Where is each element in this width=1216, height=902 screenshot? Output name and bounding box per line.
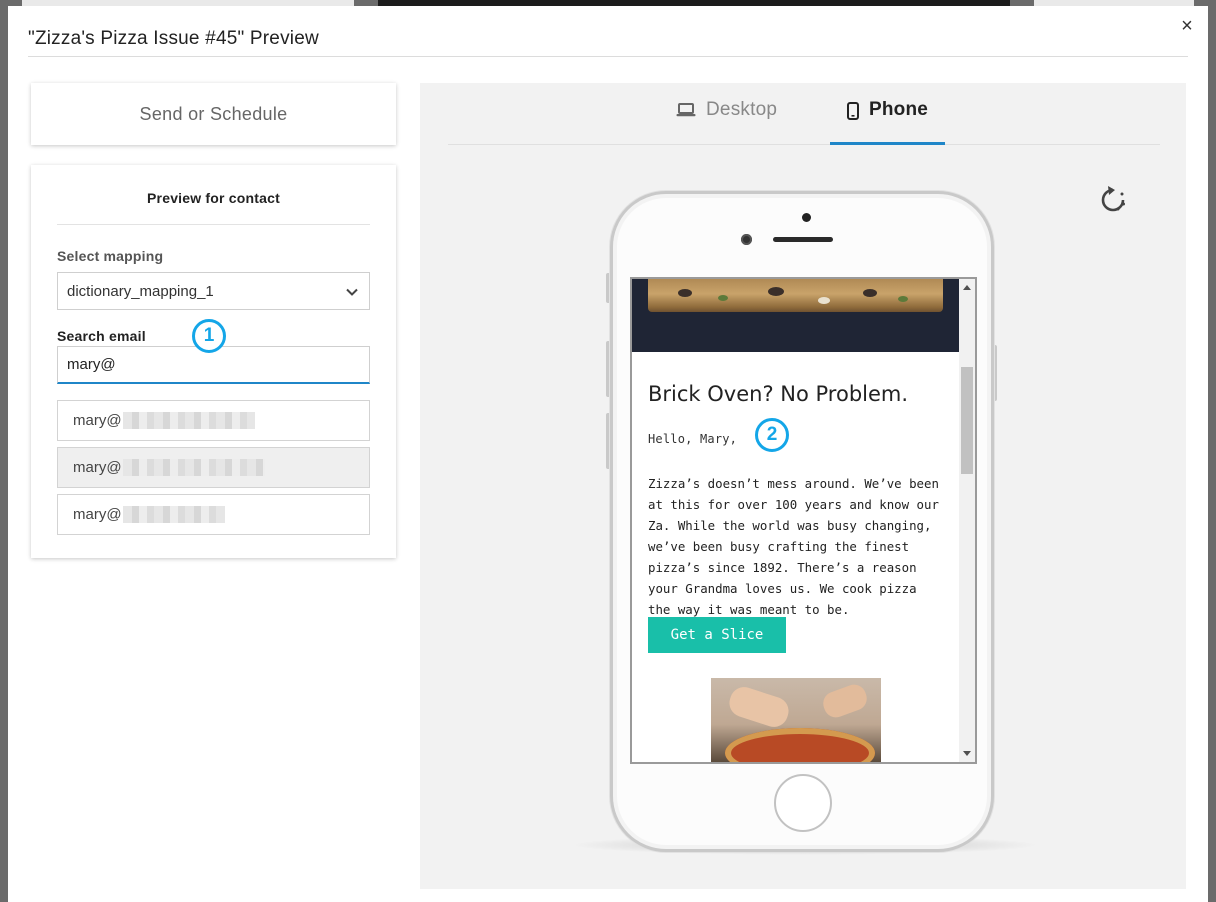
mapping-select-value: dictionary_mapping_1: [67, 282, 214, 300]
pizza-photo: [711, 678, 881, 762]
send-or-schedule-button[interactable]: Send or Schedule: [31, 83, 396, 145]
hero-pizza-image: [648, 279, 943, 312]
preview-for-contact-card: Preview for contact Select mapping dicti…: [31, 165, 396, 558]
rotate-icon[interactable]: [1098, 185, 1128, 215]
close-icon[interactable]: ×: [1176, 14, 1198, 38]
email-result-prefix: mary@: [73, 412, 122, 429]
tab-phone-label: Phone: [868, 99, 929, 120]
email-result-item[interactable]: mary@: [57, 400, 370, 441]
screen-scrollbar[interactable]: [959, 279, 975, 762]
redacted-email: [122, 506, 225, 523]
modal-title: "Zizza's Pizza Issue #45" Preview: [28, 28, 319, 49]
search-email-label: Search email: [57, 328, 146, 344]
email-result-prefix: mary@: [73, 459, 122, 476]
preview-card-title: Preview for contact: [147, 190, 280, 206]
redacted-email: [122, 412, 255, 429]
email-result-item[interactable]: mary@: [57, 447, 370, 488]
front-camera-icon: [741, 234, 752, 245]
tab-phone[interactable]: Phone: [830, 99, 945, 145]
scroll-down-icon[interactable]: [963, 751, 971, 756]
email-result-prefix: mary@: [73, 506, 122, 523]
email-preview: Brick Oven? No Problem. Hello, Mary, Ziz…: [632, 279, 959, 762]
title-divider: [28, 56, 1188, 57]
mapping-select[interactable]: dictionary_mapping_1: [57, 272, 370, 310]
tab-desktop-label: Desktop: [706, 99, 778, 120]
step-badge-1: 1: [192, 319, 226, 353]
tab-desktop[interactable]: Desktop: [676, 99, 777, 145]
send-card: Send or Schedule: [31, 83, 396, 145]
select-mapping-label: Select mapping: [57, 248, 164, 264]
proximity-sensor: [802, 213, 811, 222]
preview-panel: Desktop Phone Brick Oven? No Problem. He…: [420, 83, 1186, 889]
scroll-up-icon[interactable]: [963, 285, 971, 290]
scrollbar-thumb[interactable]: [961, 367, 973, 474]
redacted-email: [122, 459, 265, 476]
email-hero: [632, 279, 959, 352]
phone-mockup: Brick Oven? No Problem. Hello, Mary, Ziz…: [610, 191, 994, 852]
email-result-item[interactable]: mary@: [57, 494, 370, 535]
phone-icon: [846, 102, 859, 120]
home-button[interactable]: [774, 774, 832, 832]
step-badge-2: 2: [755, 418, 789, 452]
preview-card-divider: [57, 224, 370, 225]
device-tabs: Desktop Phone: [448, 83, 1160, 145]
speaker-grille: [773, 237, 833, 242]
preview-modal: "Zizza's Pizza Issue #45" Preview × Send…: [8, 6, 1208, 902]
phone-screen: Brick Oven? No Problem. Hello, Mary, Ziz…: [630, 277, 977, 764]
laptop-icon: [676, 103, 696, 117]
chevron-down-icon: [346, 288, 358, 296]
email-heading: Brick Oven? No Problem.: [648, 382, 909, 406]
email-body: Zizza’s doesn’t mess around. We’ve been …: [648, 476, 939, 617]
get-a-slice-button[interactable]: Get a Slice: [648, 617, 786, 653]
email-greeting: Hello, Mary,: [648, 432, 738, 446]
